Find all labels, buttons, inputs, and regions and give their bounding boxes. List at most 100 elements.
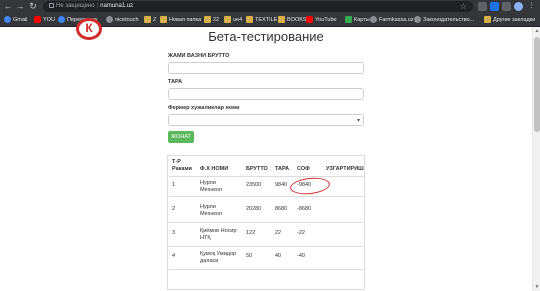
forward-icon[interactable]: → xyxy=(15,1,25,11)
page-content: К Бета-тестирование ЖАМИ ВАЗНИ БРУТТО ТА… xyxy=(0,18,532,291)
address-bar[interactable]: Не защищено | namuna1.uz ☆ xyxy=(43,1,473,12)
bookmark-item[interactable]: Другие закладки xyxy=(484,16,535,25)
cell-name: Қумоқ Умидор xyxy=(200,251,237,257)
bookmark-item[interactable]: Новая папка xyxy=(160,16,201,25)
cell-tara: 40 xyxy=(275,253,282,259)
cell-name: Нурли xyxy=(200,204,216,210)
scroll-down-icon[interactable]: ▼ xyxy=(534,284,540,290)
bookmark-item[interactable]: Законодательство... xyxy=(414,16,474,25)
cell-num: 1 xyxy=(172,182,176,188)
bookmark-label: 22 xyxy=(213,17,220,23)
table-divider xyxy=(169,222,365,223)
cell-brutto: 50 xyxy=(246,253,253,259)
cell-name-2: НТҚ xyxy=(200,235,211,241)
bookmark-label: YouTube xyxy=(315,17,337,23)
cell-tara: 22 xyxy=(275,230,282,236)
bookmark-item[interactable]: Farmkassa.uz xyxy=(370,16,414,25)
bookmark-label: ue4 xyxy=(233,17,243,23)
site-icon xyxy=(106,16,113,23)
translate-icon xyxy=(58,16,65,23)
table-divider xyxy=(169,176,365,177)
address-separator: | xyxy=(96,3,99,9)
cell-sof: -8680 xyxy=(297,206,312,212)
bookmark-item[interactable]: ue4 xyxy=(224,16,242,25)
bookmark-label: nicetouch xyxy=(115,17,139,23)
cell-sof: -40 xyxy=(297,253,305,259)
url-text: namuna1.uz xyxy=(100,3,134,9)
folder-icon xyxy=(160,16,167,23)
cell-tara: 8680 xyxy=(275,206,288,212)
folder-icon xyxy=(144,16,151,23)
folder-icon xyxy=(278,16,285,23)
bookmark-label: Законодательство... xyxy=(423,17,475,23)
bookmark-label: Farmkassa.uz xyxy=(379,17,414,23)
scroll-up-icon[interactable]: ▲ xyxy=(534,28,540,34)
bookmark-item[interactable]: Gmail xyxy=(4,16,27,25)
cell-name-2: даласи xyxy=(200,258,219,264)
col-header-sof: СОФ xyxy=(297,166,310,172)
data-table: Т-Р Раками Ф.Х НОМИ БРУТТО ТАРА СОФ УЗГА… xyxy=(167,155,365,290)
cell-num: 4 xyxy=(172,253,176,259)
bookmark-label: BOOKS xyxy=(287,17,307,23)
tare-input[interactable] xyxy=(168,88,364,100)
cell-num: 2 xyxy=(172,206,176,212)
profile-avatar[interactable] xyxy=(514,2,523,11)
bookmark-label: Другие закладки xyxy=(493,17,536,23)
bookmark-star-icon[interactable]: ☆ xyxy=(460,1,467,12)
extension-icon[interactable] xyxy=(478,2,487,11)
menu-icon[interactable]: ⋮ xyxy=(527,2,536,11)
table-divider xyxy=(169,196,365,197)
chevron-down-icon: ▾ xyxy=(356,118,360,124)
bookmark-label: Новая папка xyxy=(169,17,202,23)
bookmark-label: Карты xyxy=(354,17,370,23)
bookmark-item[interactable]: Карты xyxy=(345,16,370,25)
youtube-icon xyxy=(34,16,41,23)
table-divider xyxy=(169,269,365,270)
red-circle-annotation xyxy=(289,175,331,197)
folder-icon xyxy=(204,16,211,23)
cell-brutto: 122 xyxy=(246,230,256,236)
bookmark-item[interactable]: YOU xyxy=(34,16,55,25)
farm-name-select[interactable]: ▾ xyxy=(168,114,364,126)
cell-tara: 9840 xyxy=(275,182,288,188)
bookmark-item[interactable]: TEXTILE xyxy=(246,16,277,25)
page-title: Бета-тестирование xyxy=(208,29,324,44)
youtube-icon xyxy=(306,16,313,23)
col-header-brutto: БРУТТО xyxy=(246,166,268,172)
gross-weight-label: ЖАМИ ВАЗНИ БРУТТО xyxy=(168,53,230,59)
bookmark-label: Z xyxy=(153,17,157,23)
bookmark-item[interactable]: nicetouch xyxy=(106,16,139,25)
col-header-num: Т-Р xyxy=(172,159,181,165)
cell-brutto: 20280 xyxy=(246,206,262,212)
col-header-name: Ф.Х НОМИ xyxy=(200,166,229,172)
security-status: Не защищено xyxy=(56,3,95,9)
bookmark-item[interactable]: Z xyxy=(144,16,156,25)
submit-button[interactable]: ЖОНАТ xyxy=(168,131,194,143)
security-icon xyxy=(49,3,54,8)
bookmark-label: TEXTILE xyxy=(255,17,278,23)
cell-name: Қиёмов Носир xyxy=(200,228,237,234)
cell-name-2: Мехнкол xyxy=(200,187,222,193)
bookmark-item[interactable]: BOOKS xyxy=(278,16,307,25)
farm-name-label: Фермер хужаликлар номи xyxy=(168,105,240,111)
gross-weight-input[interactable] xyxy=(168,62,364,74)
folder-icon xyxy=(246,16,253,23)
site-icon xyxy=(414,16,421,23)
extension-icon[interactable] xyxy=(490,2,499,11)
back-icon[interactable]: ← xyxy=(3,1,13,11)
site-icon xyxy=(370,16,377,23)
bookmark-label: Gmail xyxy=(13,17,28,23)
tare-label: ТАРА xyxy=(168,79,183,85)
reload-icon[interactable]: ↻ xyxy=(28,1,38,11)
scrollbar-thumb[interactable] xyxy=(534,37,540,132)
vertical-scrollbar[interactable]: ▲ ▼ xyxy=(532,27,540,291)
extensions-puzzle-icon[interactable] xyxy=(502,2,511,11)
col-header-tara: ТАРА xyxy=(275,166,290,172)
bookmark-item[interactable]: YouTube xyxy=(306,16,337,25)
bookmark-label: YOU xyxy=(43,17,55,23)
cell-brutto: 23500 xyxy=(246,182,262,188)
browser-toolbar: ← → ↻ Не защищено | namuna1.uz ☆ ⋮ xyxy=(0,0,540,13)
folder-icon xyxy=(484,16,491,23)
bookmark-item[interactable]: 22 xyxy=(204,16,219,25)
cell-sof: -22 xyxy=(297,230,305,236)
